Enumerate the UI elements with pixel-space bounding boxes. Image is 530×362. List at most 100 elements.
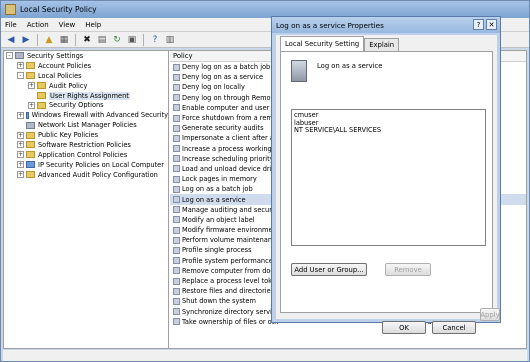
tree-item[interactable]: + Public Key Policies xyxy=(4,130,168,140)
policy-icon xyxy=(173,216,180,224)
policy-icon xyxy=(173,134,180,142)
console-icon[interactable]: ▥ xyxy=(164,34,176,46)
expand-icon[interactable]: + xyxy=(17,62,24,70)
tree-item-label: User Rights Assignment xyxy=(49,91,130,100)
policy-icon xyxy=(173,124,180,132)
tree-item[interactable]: + IP Security Policies on Local Computer xyxy=(4,160,168,170)
expand-icon[interactable]: + xyxy=(28,82,35,90)
policy-name: Profile system performance xyxy=(182,256,273,265)
policy-name: Restore files and directories xyxy=(182,287,275,296)
collapse-icon[interactable]: - xyxy=(6,52,13,60)
properties-icon[interactable]: ▤ xyxy=(96,34,108,46)
tree-item-label: Windows Firewall with Advanced Security xyxy=(31,111,168,120)
tree-item-label: Application Control Policies xyxy=(38,150,128,159)
tree-item[interactable]: + Application Control Policies xyxy=(4,150,168,160)
policy-name: Remove computer from docking station xyxy=(182,266,278,275)
app-icon xyxy=(5,4,16,15)
cancel-button[interactable]: Cancel xyxy=(432,321,476,334)
policy-icon xyxy=(173,145,180,153)
tree-item[interactable]: + Advanced Audit Policy Configuration xyxy=(4,170,168,180)
export-list-icon[interactable]: ▣ xyxy=(126,34,138,46)
policy-icon xyxy=(173,104,180,112)
folder-icon xyxy=(26,72,35,80)
tree-item[interactable]: + Windows Firewall with Advanced Security xyxy=(4,110,168,120)
column-policy[interactable]: Policy xyxy=(170,51,275,61)
expand-icon[interactable]: + xyxy=(17,171,24,179)
policy-icon xyxy=(173,308,180,316)
tab-explain[interactable]: Explain xyxy=(364,38,400,51)
policy-icon xyxy=(173,246,180,254)
policy-icon xyxy=(173,94,180,102)
policy-icon xyxy=(291,60,307,82)
collapse-icon[interactable]: - xyxy=(17,72,24,80)
window-title: Local Security Policy xyxy=(20,5,97,14)
dialog-body: Local Security Setting Explain Log on as… xyxy=(276,35,497,334)
forward-icon[interactable]: ▶ xyxy=(20,34,32,46)
menu-file[interactable]: File xyxy=(5,21,17,29)
menu-action[interactable]: Action xyxy=(27,21,49,29)
user-item[interactable]: cmuser xyxy=(294,111,483,120)
up-folder-icon[interactable]: ▲ xyxy=(43,34,55,46)
navigation-tree: - Security Settings + Account Policies - Loca… xyxy=(4,51,169,348)
expand-icon[interactable]: + xyxy=(17,141,24,149)
policy-node-icon xyxy=(15,52,24,60)
dialog-title: Log on as a service Properties xyxy=(272,17,500,33)
delete-icon[interactable]: ✖ xyxy=(81,34,93,46)
expand-icon[interactable]: + xyxy=(17,161,24,169)
expand-icon[interactable]: + xyxy=(17,131,24,139)
tree-item-label: Audit Policy xyxy=(49,81,88,90)
show-hide-tree-icon[interactable]: ▦ xyxy=(58,34,70,46)
tree-item-label: Software Restriction Policies xyxy=(38,140,131,149)
expand-icon[interactable]: + xyxy=(28,101,35,109)
dialog-help-icon[interactable]: ? xyxy=(473,19,484,30)
policy-icon xyxy=(173,155,180,163)
tree-item[interactable]: + Account Policies xyxy=(4,61,168,71)
policy-icon xyxy=(173,175,180,183)
policy-name: Increase scheduling priority xyxy=(182,154,274,163)
tree-item-label: Account Policies xyxy=(38,61,92,70)
user-item[interactable]: NT SERVICE\ALL SERVICES xyxy=(294,127,483,135)
tab-local-security-setting[interactable]: Local Security Setting xyxy=(280,36,365,51)
help-icon[interactable]: ? xyxy=(149,34,161,46)
policy-icon xyxy=(173,206,180,214)
folder-icon xyxy=(26,131,35,139)
policy-name: Modify an object label xyxy=(182,215,255,224)
tree-item[interactable]: - Security Settings xyxy=(4,51,168,61)
policy-name: Profile single process xyxy=(182,246,252,255)
remove-button[interactable]: Remove xyxy=(385,263,431,276)
tree-item-label: Network List Manager Policies xyxy=(38,121,137,130)
policy-name: Replace a process level token xyxy=(182,277,278,286)
dialog-close-icon[interactable]: ✕ xyxy=(486,19,497,30)
policy-name: Log on as a batch job xyxy=(182,185,253,194)
folder-icon xyxy=(37,101,46,109)
policy-name: Impersonate a client after authenticatio… xyxy=(182,134,278,143)
tree-item[interactable]: + Security Options xyxy=(4,100,168,110)
refresh-icon[interactable]: ↻ xyxy=(111,34,123,46)
toolbar-separator xyxy=(75,33,76,46)
tree-item-label: Local Policies xyxy=(38,71,82,80)
policy-name: Increase a process working set xyxy=(182,144,278,153)
policy-name: Enable computer and user accounts to be … xyxy=(182,103,278,112)
policy-name: Modify firmware environment values xyxy=(182,226,278,235)
expand-icon[interactable]: + xyxy=(17,151,24,159)
menu-view[interactable]: View xyxy=(59,21,76,29)
tree-item[interactable]: Network List Manager Policies xyxy=(4,120,168,130)
folder-icon xyxy=(26,171,35,179)
ok-button[interactable]: OK xyxy=(382,321,426,334)
expand-icon[interactable]: + xyxy=(17,111,24,119)
back-icon[interactable]: ◀ xyxy=(5,34,17,46)
user-list-box[interactable]: cmuser labuser NT SERVICE\ALL SERVICES xyxy=(291,109,486,246)
tree-item[interactable]: - Local Policies xyxy=(4,71,168,81)
tree-item[interactable]: + Audit Policy xyxy=(4,81,168,91)
policy-icon xyxy=(173,297,180,305)
policy-name: Take ownership of files or other objects xyxy=(182,317,278,326)
apply-button[interactable]: Apply xyxy=(480,308,500,321)
tree-item[interactable]: + Software Restriction Policies xyxy=(4,140,168,150)
policy-name: Load and unload device drivers xyxy=(182,164,278,173)
add-user-or-group-button[interactable]: Add User or Group... xyxy=(291,263,367,276)
tree-item[interactable]: User Rights Assignment xyxy=(4,91,168,101)
policy-icon xyxy=(173,83,180,91)
folder-icon xyxy=(26,62,35,70)
menu-help[interactable]: Help xyxy=(85,21,101,29)
